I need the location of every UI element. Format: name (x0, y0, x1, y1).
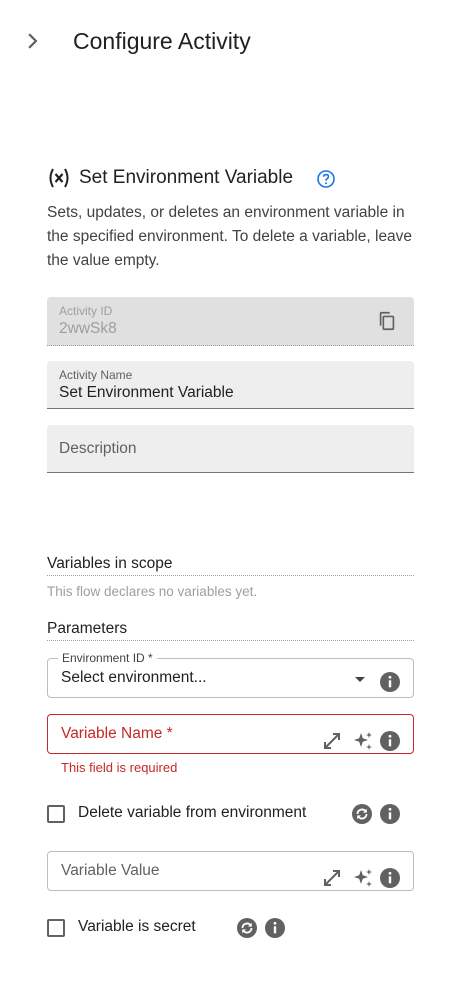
info-icon[interactable] (379, 671, 401, 693)
variables-in-scope-heading: Variables in scope (47, 555, 414, 576)
chevron-right-icon[interactable] (22, 30, 44, 52)
variable-x-icon (49, 168, 69, 188)
sparkle-icon[interactable] (352, 730, 374, 752)
variable-value-field[interactable]: Variable Value (47, 851, 414, 891)
environment-id-value: Select environment... (61, 669, 207, 686)
copy-icon[interactable] (376, 310, 398, 332)
activity-name-label: Activity Name (59, 368, 133, 382)
environment-id-select[interactable]: Environment ID * Select environment... (47, 651, 414, 698)
info-icon[interactable] (379, 867, 401, 889)
delete-variable-checkbox[interactable] (47, 805, 65, 823)
activity-title: Set Environment Variable (79, 167, 294, 188)
variable-name-placeholder: Variable Name * (61, 725, 173, 742)
activity-description: Sets, updates, or deletes an environment… (47, 204, 413, 269)
activity-id-value: 2wwSk8 (59, 320, 117, 337)
activity-id-label: Activity ID (59, 304, 113, 318)
help-circle-icon[interactable] (316, 169, 336, 189)
activity-name-field[interactable]: Activity Name Set Environment Variable (47, 361, 414, 409)
activity-id-field: Activity ID 2wwSk8 (47, 297, 414, 346)
sparkle-icon[interactable] (352, 867, 374, 889)
delete-variable-label: Delete variable from environment (78, 804, 307, 821)
variable-secret-checkbox[interactable] (47, 919, 65, 937)
page-title: Configure Activity (73, 28, 251, 54)
sync-icon[interactable] (351, 803, 373, 825)
variable-name-error: This field is required (61, 760, 178, 775)
variable-value-placeholder: Variable Value (61, 862, 160, 879)
sync-icon[interactable] (236, 917, 258, 939)
description-placeholder: Description (59, 440, 137, 457)
expand-icon[interactable] (321, 867, 343, 889)
dropdown-arrow-icon[interactable] (349, 668, 371, 690)
info-icon[interactable] (379, 730, 401, 752)
variables-in-scope-note: This flow declares no variables yet. (47, 584, 258, 599)
info-icon[interactable] (264, 917, 286, 939)
variable-name-field[interactable]: Variable Name * (47, 714, 414, 754)
variable-secret-label: Variable is secret (78, 918, 196, 935)
environment-id-label: Environment ID * (58, 651, 157, 665)
info-icon[interactable] (379, 803, 401, 825)
parameters-heading: Parameters (47, 620, 414, 641)
description-field[interactable]: Description (47, 425, 414, 473)
expand-icon[interactable] (321, 730, 343, 752)
activity-name-value: Set Environment Variable (59, 384, 234, 401)
